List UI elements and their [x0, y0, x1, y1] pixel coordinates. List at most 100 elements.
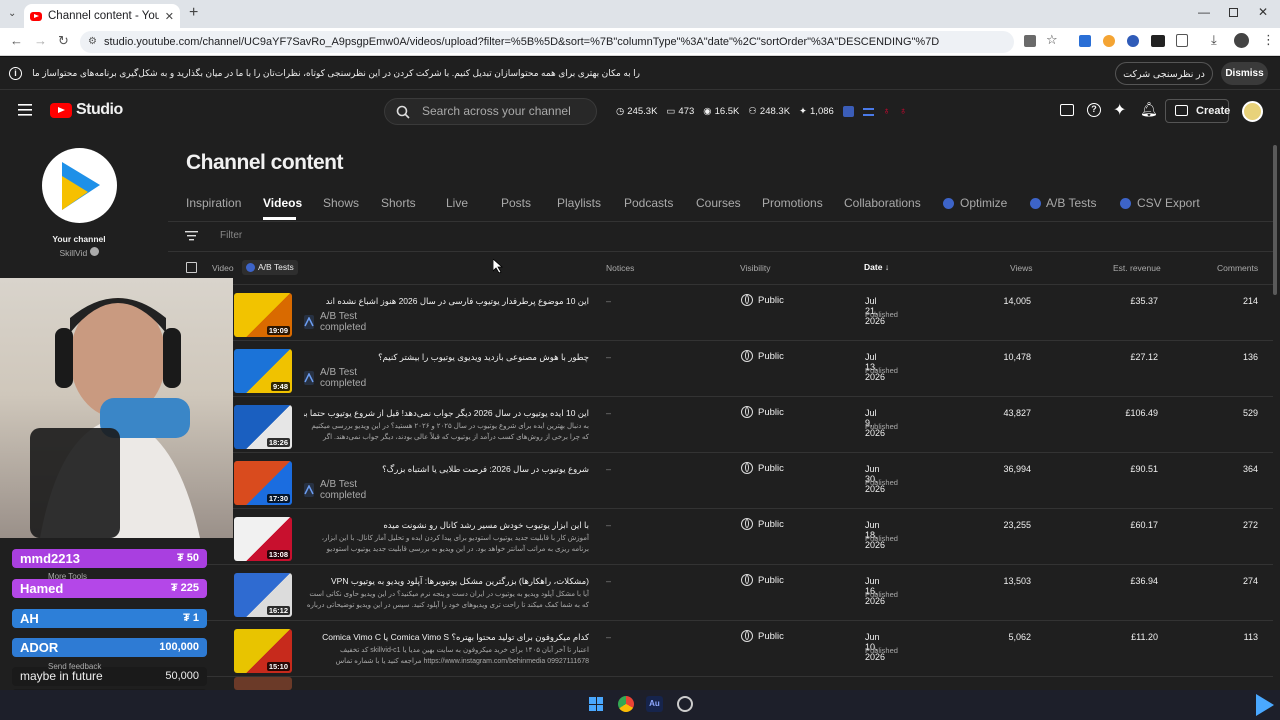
tab-playlists[interactable]: Playlists	[557, 196, 601, 210]
audition-taskbar-icon[interactable]: Au	[646, 696, 663, 712]
create-button[interactable]: Create	[1165, 99, 1230, 123]
tab-collaborations[interactable]: Collaborations	[844, 196, 921, 210]
scrollbar-thumb[interactable]	[1273, 145, 1277, 295]
video-thumbnail[interactable]: 15:10	[234, 629, 292, 673]
tab-posts[interactable]: Posts	[501, 196, 531, 210]
minimize-icon[interactable]: —	[1198, 5, 1210, 19]
extension-icon[interactable]	[1079, 35, 1091, 47]
visibility-selector[interactable]: Public	[741, 518, 784, 530]
filter-input[interactable]: Filter	[220, 230, 242, 241]
visibility-selector[interactable]: Public	[741, 462, 784, 474]
video-duration: 9:48	[270, 382, 290, 391]
tab-optimize[interactable]: Optimize	[960, 196, 1007, 210]
column-date[interactable]: Date ↓	[864, 262, 889, 272]
video-title[interactable]: شروع یوتیوب در سال 2026: فرصت طلایی یا ا…	[304, 464, 589, 475]
survey-message: را به مکان بهتری برای همه محتواسازان تبد…	[30, 68, 640, 78]
maximize-icon[interactable]	[1229, 8, 1238, 17]
globe-icon	[741, 294, 753, 306]
extension-icon[interactable]	[1127, 35, 1139, 47]
video-title[interactable]: کدام میکروفون برای تولید محتوا بهتره؟ Co…	[304, 632, 589, 643]
tab-shows[interactable]: Shows	[323, 196, 359, 210]
visibility-selector[interactable]: Public	[741, 574, 784, 586]
video-thumbnail[interactable]: 16:12	[234, 573, 292, 617]
back-icon[interactable]: ←	[10, 33, 23, 48]
optimize-icon	[943, 198, 954, 209]
ab-tests-column-button[interactable]: A/B Tests	[242, 260, 298, 275]
studio-logo[interactable]: Studio	[50, 101, 123, 119]
video-title[interactable]: این 10 موضوع پرطرفدار یوتیوب فارسی در سا…	[304, 296, 589, 307]
video-title[interactable]: این 10 ایده یوتیوب در سال 2026 دیگر جواب…	[304, 408, 589, 419]
account-avatar[interactable]	[1242, 101, 1263, 122]
visibility-selector[interactable]: Public	[741, 350, 784, 362]
tab-videos[interactable]: Videos	[263, 196, 302, 210]
video-title[interactable]: با این ابزار یوتیوب خودش مسیر رشد کانال …	[304, 520, 589, 531]
tab-csv-export[interactable]: CSV Export	[1137, 196, 1200, 210]
tab-ab-tests[interactable]: A/B Tests	[1046, 196, 1096, 210]
ab-test-icon	[304, 315, 314, 329]
ab-test-status[interactable]: A/B Test completed	[304, 367, 370, 389]
chrome-taskbar-icon[interactable]	[618, 696, 634, 712]
globe-icon	[741, 462, 753, 474]
visibility-selector[interactable]: Public	[741, 630, 784, 642]
globe-icon	[741, 630, 753, 642]
close-window-icon[interactable]: ✕	[1258, 5, 1268, 19]
browser-tab[interactable]: Channel content - YouTube Stu ✕	[24, 4, 180, 28]
column-revenue[interactable]: Est. revenue	[1113, 263, 1161, 273]
tab-promotions[interactable]: Promotions	[762, 196, 823, 210]
profile-avatar[interactable]	[1234, 33, 1249, 48]
webcam-overlay	[0, 278, 233, 538]
url-input[interactable]: ⚙ studio.youtube.com/channel/UC9aYF7SavR…	[80, 31, 1014, 53]
video-thumbnail[interactable]: 13:08	[234, 517, 292, 561]
column-comments[interactable]: Comments	[1217, 263, 1258, 273]
site-info-icon[interactable]: ⚙	[88, 31, 97, 53]
more-tools-text: More Tools	[48, 572, 87, 581]
channel-avatar[interactable]	[42, 148, 117, 223]
channel-stats-bar[interactable]: ◷ 245.3K ▭ 473 ◉ 16.5K ⚇ 248.3K ✦ 1,086 ♁ ♁	[616, 106, 907, 117]
tab-live[interactable]: Live	[446, 196, 468, 210]
your-channel-label: Your channel	[52, 234, 106, 244]
bookmark-star-icon[interactable]: ☆	[1046, 32, 1058, 48]
filter-divider	[168, 251, 1273, 252]
ab-test-status[interactable]: A/B Test completed	[304, 479, 370, 501]
tab-courses[interactable]: Courses	[696, 196, 741, 210]
video-thumbnail[interactable]: 18:26	[234, 405, 292, 449]
tab-podcasts[interactable]: Podcasts	[624, 196, 673, 210]
views-value: 10,478	[1003, 352, 1031, 362]
browser-menu-icon[interactable]: ⋮	[1262, 32, 1275, 48]
forward-icon[interactable]: →	[34, 33, 47, 48]
search-input[interactable]: Search across your channel	[384, 98, 597, 125]
extensions-puzzle-icon[interactable]	[1176, 34, 1188, 47]
select-all-checkbox[interactable]	[186, 262, 197, 273]
video-title[interactable]: (مشکلات، راهکارها) بزرگترین مشکل یوتیوبر…	[304, 576, 589, 587]
revenue-value: £35.37	[1130, 296, 1158, 306]
feedback-icon[interactable]	[1060, 104, 1074, 116]
help-icon[interactable]: ?	[1087, 103, 1101, 117]
ab-test-status[interactable]: A/B Test completed	[304, 311, 370, 333]
take-survey-button[interactable]: در نظرسنجی شرکت کنید	[1115, 62, 1213, 103]
extension-icon[interactable]	[1151, 35, 1165, 47]
visibility-selector[interactable]: Public	[741, 406, 784, 418]
close-tab-icon[interactable]: ✕	[165, 10, 174, 23]
obs-taskbar-icon[interactable]	[677, 696, 693, 712]
filter-icon[interactable]	[185, 231, 198, 241]
column-views[interactable]: Views	[1010, 263, 1033, 273]
tab-shorts[interactable]: Shorts	[381, 196, 416, 210]
tab-list-icon[interactable]: ⌄	[8, 8, 16, 19]
video-thumbnail[interactable]: 9:48	[234, 349, 292, 393]
notifications-bell-icon[interactable]: 🔔︎	[1140, 101, 1158, 118]
new-tab-icon[interactable]: +	[189, 4, 198, 22]
translate-icon[interactable]	[1024, 35, 1036, 47]
reload-icon[interactable]: ↻	[58, 33, 69, 49]
tab-inspiration[interactable]: Inspiration	[186, 196, 241, 210]
video-thumbnail[interactable]: 17:30	[234, 461, 292, 505]
video-title[interactable]: چطور با هوش مصنوعی بازدید ویدیوی یوتیوب …	[304, 352, 589, 363]
download-icon[interactable]: ⤓	[1211, 32, 1217, 48]
extension-icon[interactable]	[1103, 35, 1115, 47]
dismiss-button[interactable]: Dismiss	[1221, 62, 1268, 85]
hamburger-menu-icon[interactable]	[18, 104, 32, 116]
sparkle-icon[interactable]: ✦	[1113, 100, 1126, 120]
video-thumbnail[interactable]	[234, 677, 292, 690]
windows-start-icon[interactable]	[589, 697, 603, 711]
visibility-selector[interactable]: Public	[741, 294, 784, 306]
video-thumbnail[interactable]: 19:09	[234, 293, 292, 337]
